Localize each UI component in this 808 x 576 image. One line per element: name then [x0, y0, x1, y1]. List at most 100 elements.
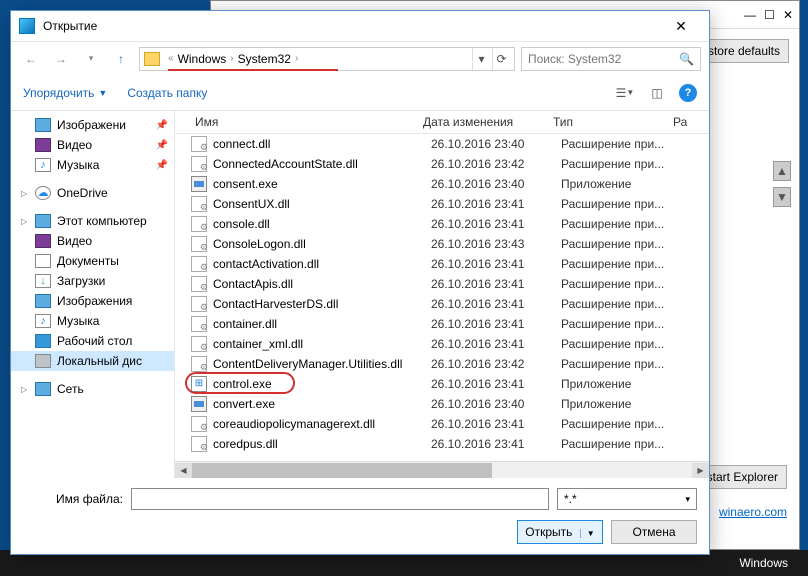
filename-input[interactable] [131, 488, 549, 510]
view-options-icon[interactable]: ☰ ▼ [615, 84, 635, 102]
file-row[interactable]: coreaudiopolicymanagerext.dll26.10.2016 … [175, 414, 709, 434]
chevron-right-icon[interactable]: › [295, 53, 298, 64]
breadcrumb-dropdown-icon[interactable]: ▾ [472, 48, 490, 70]
expand-icon[interactable]: ▷ [21, 217, 27, 226]
cancel-button[interactable]: Отмена [611, 520, 697, 544]
sidebar-item[interactable]: ▷Сеть [11, 379, 174, 399]
file-date: 26.10.2016 23:41 [431, 317, 561, 331]
sidebar-item[interactable]: Рабочий стол [11, 331, 174, 351]
file-row[interactable]: consent.exe26.10.2016 23:40Приложение [175, 174, 709, 194]
tree-item-label: Изображения [57, 294, 132, 308]
preview-pane-icon[interactable]: ◫ [647, 84, 667, 102]
file-date: 26.10.2016 23:42 [431, 357, 561, 371]
scroll-left-icon[interactable]: ◀ [175, 463, 192, 478]
scroll-right-icon[interactable]: ▶ [692, 463, 709, 478]
file-row[interactable]: ConnectedAccountState.dll26.10.2016 23:4… [175, 154, 709, 174]
refresh-icon[interactable]: ⟳ [492, 48, 510, 70]
recent-dropdown-icon[interactable]: ▾ [79, 47, 103, 71]
dll-file-icon [191, 156, 207, 172]
scroll-track[interactable] [192, 463, 692, 478]
search-icon[interactable]: 🔍 [679, 52, 694, 66]
annotation-underline [168, 69, 338, 71]
scroll-thumb[interactable] [192, 463, 492, 478]
sidebar-item[interactable]: Изображения [11, 291, 174, 311]
breadcrumb-windows[interactable]: Windows [178, 52, 227, 66]
file-row[interactable]: ContentDeliveryManager.Utilities.dll26.1… [175, 354, 709, 374]
file-row[interactable]: control.exe26.10.2016 23:41Приложение [175, 374, 709, 394]
new-folder-button[interactable]: Создать папку [127, 86, 207, 100]
winaero-link[interactable]: winaero.com [719, 505, 787, 519]
sidebar-item[interactable]: Музыка [11, 311, 174, 331]
file-name: ContentDeliveryManager.Utilities.dll [213, 357, 431, 371]
help-icon[interactable]: ? [679, 84, 697, 102]
search-box[interactable]: 🔍 [521, 47, 701, 71]
file-date: 26.10.2016 23:40 [431, 397, 561, 411]
move-down-icon[interactable]: ▼ [773, 187, 791, 207]
file-type: Расширение при... [561, 197, 681, 211]
pin-icon: 📌 [156, 120, 168, 131]
bg-maximize-icon[interactable]: ☐ [764, 8, 775, 22]
file-row[interactable]: ContactApis.dll26.10.2016 23:41Расширени… [175, 274, 709, 294]
tree-item-icon [35, 186, 51, 200]
column-headers[interactable]: Имя Дата изменения Тип Ра [175, 111, 709, 134]
file-row[interactable]: console.dll26.10.2016 23:41Расширение пр… [175, 214, 709, 234]
file-row[interactable]: ConsoleLogon.dll26.10.2016 23:43Расширен… [175, 234, 709, 254]
file-name: container_xml.dll [213, 337, 431, 351]
exe-file-icon [191, 396, 207, 412]
navigation-tree[interactable]: Изображени📌Видео📌Музыка📌▷OneDrive▷Этот к… [11, 111, 175, 478]
file-filter-dropdown[interactable]: *.* ▾ [557, 488, 697, 510]
tree-item-label: Видео [57, 234, 92, 248]
breadcrumb-root-icon[interactable]: « [168, 53, 174, 64]
column-size[interactable]: Ра [665, 115, 709, 129]
file-list[interactable]: connect.dll26.10.2016 23:40Расширение пр… [175, 134, 709, 461]
back-button[interactable]: ← [19, 47, 43, 71]
expand-icon[interactable]: ▷ [21, 385, 27, 394]
up-button[interactable]: ↑ [109, 47, 133, 71]
open-button[interactable]: Открыть ▼ [517, 520, 603, 544]
sidebar-item[interactable]: Локальный дис [11, 351, 174, 371]
sidebar-item[interactable]: Видео [11, 231, 174, 251]
column-date[interactable]: Дата изменения [415, 115, 545, 129]
horizontal-scrollbar[interactable]: ◀ ▶ [175, 461, 709, 478]
file-row[interactable]: ConsentUX.dll26.10.2016 23:41Расширение … [175, 194, 709, 214]
file-row[interactable]: ContactHarvesterDS.dll26.10.2016 23:41Ра… [175, 294, 709, 314]
column-name[interactable]: Имя [175, 115, 415, 129]
sidebar-item[interactable]: Музыка📌 [11, 155, 174, 175]
file-row[interactable]: container_xml.dll26.10.2016 23:41Расшире… [175, 334, 709, 354]
file-date: 26.10.2016 23:40 [431, 137, 561, 151]
tree-item-icon [35, 354, 51, 368]
sidebar-item[interactable]: ▷Этот компьютер [11, 211, 174, 231]
file-row[interactable]: convert.exe26.10.2016 23:40Приложение [175, 394, 709, 414]
chevron-right-icon[interactable]: › [230, 53, 233, 64]
file-type: Расширение при... [561, 357, 681, 371]
tree-item-label: OneDrive [57, 186, 108, 200]
start-explorer-button[interactable]: start Explorer [698, 465, 787, 489]
file-list-pane: Имя Дата изменения Тип Ра connect.dll26.… [175, 111, 709, 478]
close-button[interactable]: ✕ [661, 12, 701, 40]
organize-menu[interactable]: Упорядочить ▼ [23, 86, 107, 100]
file-type: Приложение [561, 177, 681, 191]
sidebar-item[interactable]: ▷ OneDrive [11, 183, 174, 203]
file-row[interactable]: connect.dll26.10.2016 23:40Расширение пр… [175, 134, 709, 154]
sidebar-item[interactable]: Изображени📌 [11, 115, 174, 135]
breadcrumb[interactable]: « Windows › System32 › ▾ ⟳ [139, 47, 515, 71]
column-type[interactable]: Тип [545, 115, 665, 129]
tree-item-icon [35, 274, 51, 288]
expand-icon[interactable]: ▷ [21, 189, 27, 198]
file-row[interactable]: container.dll26.10.2016 23:41Расширение … [175, 314, 709, 334]
file-row[interactable]: coredpus.dll26.10.2016 23:41Расширение п… [175, 434, 709, 454]
bg-close-icon[interactable]: ✕ [783, 8, 793, 22]
file-type: Расширение при... [561, 337, 681, 351]
search-input[interactable] [528, 52, 679, 66]
tree-item-label: Музыка [57, 158, 99, 172]
file-type: Расширение при... [561, 437, 681, 451]
file-name: ConnectedAccountState.dll [213, 157, 431, 171]
file-row[interactable]: contactActivation.dll26.10.2016 23:41Рас… [175, 254, 709, 274]
move-up-icon[interactable]: ▲ [773, 161, 791, 181]
sidebar-item[interactable]: Видео📌 [11, 135, 174, 155]
bg-minimize-icon[interactable]: — [744, 8, 756, 22]
tree-item-icon [35, 294, 51, 308]
sidebar-item[interactable]: Загрузки [11, 271, 174, 291]
breadcrumb-system32[interactable]: System32 [238, 52, 291, 66]
sidebar-item[interactable]: Документы [11, 251, 174, 271]
